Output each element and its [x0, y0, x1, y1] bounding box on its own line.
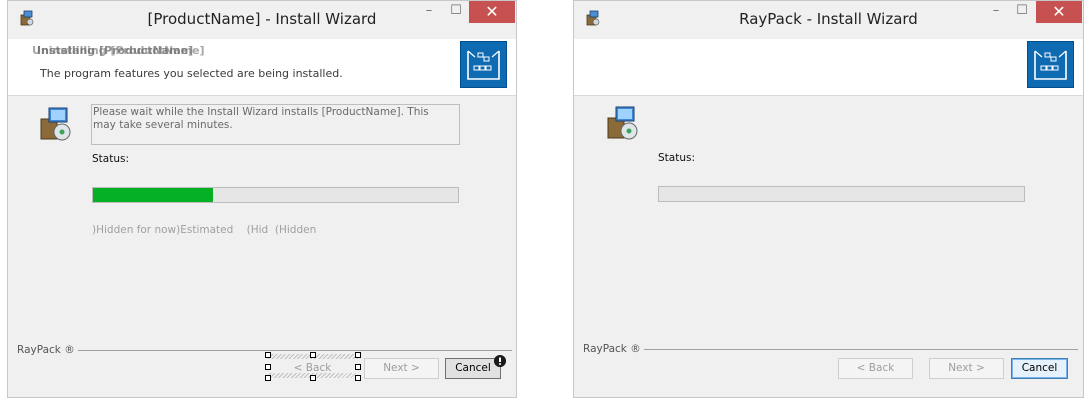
brand-label: RayPack ®: [17, 344, 75, 356]
close-button[interactable]: ✕: [1036, 1, 1082, 23]
cancel-button[interactable]: Cancel: [445, 358, 501, 379]
install-wizard-window-designer: [ProductName] - Install Wizard – ☐ ✕ Uni…: [7, 0, 517, 398]
title-bar[interactable]: [ProductName] - Install Wizard – ☐ ✕: [8, 1, 516, 38]
progress-fill: [93, 188, 214, 202]
wait-message: Please wait while the Install Wizard ins…: [93, 106, 429, 131]
install-wizard-window: RayPack - Install Wizard – ☐ ✕ Status: R…: [573, 0, 1084, 398]
resize-handle[interactable]: [355, 375, 361, 381]
package-logo-icon: [1027, 41, 1074, 88]
maximize-button[interactable]: ☐: [1009, 1, 1035, 23]
hidden-estimated-text: )Hidden for now)Estimated (Hid (Hidden: [92, 224, 317, 236]
install-progress-bar: [92, 187, 459, 203]
resize-handle[interactable]: [355, 364, 361, 370]
status-label: Status:: [92, 153, 129, 165]
cancel-button[interactable]: Cancel: [1011, 358, 1068, 379]
next-button[interactable]: Next >: [929, 358, 1004, 379]
header-title: Installing [ProductName]: [37, 44, 194, 57]
header-description: The program features you selected are be…: [40, 67, 343, 80]
next-button[interactable]: Next >: [364, 358, 439, 379]
resize-handle[interactable]: [265, 364, 271, 370]
minimize-button[interactable]: –: [416, 1, 442, 23]
info-badge-icon: [494, 355, 506, 367]
resize-handle[interactable]: [265, 352, 271, 358]
resize-handle[interactable]: [265, 375, 271, 381]
status-label: Status:: [658, 152, 695, 164]
wizard-header-banner: Uninstalling [ProductName] Installing [P…: [8, 39, 516, 96]
back-button[interactable]: < Back: [838, 358, 913, 379]
title-bar[interactable]: RayPack - Install Wizard – ☐ ✕: [574, 1, 1083, 38]
wait-message-box: Please wait while the Install Wizard ins…: [91, 104, 460, 145]
resize-handle[interactable]: [355, 352, 361, 358]
footer-separator: [644, 349, 1078, 350]
install-package-icon: [607, 106, 638, 140]
wizard-header-banner: [574, 39, 1083, 96]
minimize-button[interactable]: –: [983, 1, 1009, 23]
close-button[interactable]: ✕: [469, 1, 515, 23]
package-logo-icon: [460, 41, 507, 88]
maximize-button[interactable]: ☐: [443, 1, 469, 23]
brand-label: RayPack ®: [583, 343, 641, 355]
footer-separator: [78, 350, 512, 351]
back-button[interactable]: < Back: [275, 358, 350, 379]
install-progress-bar: [658, 186, 1025, 202]
install-package-icon: [40, 107, 71, 141]
